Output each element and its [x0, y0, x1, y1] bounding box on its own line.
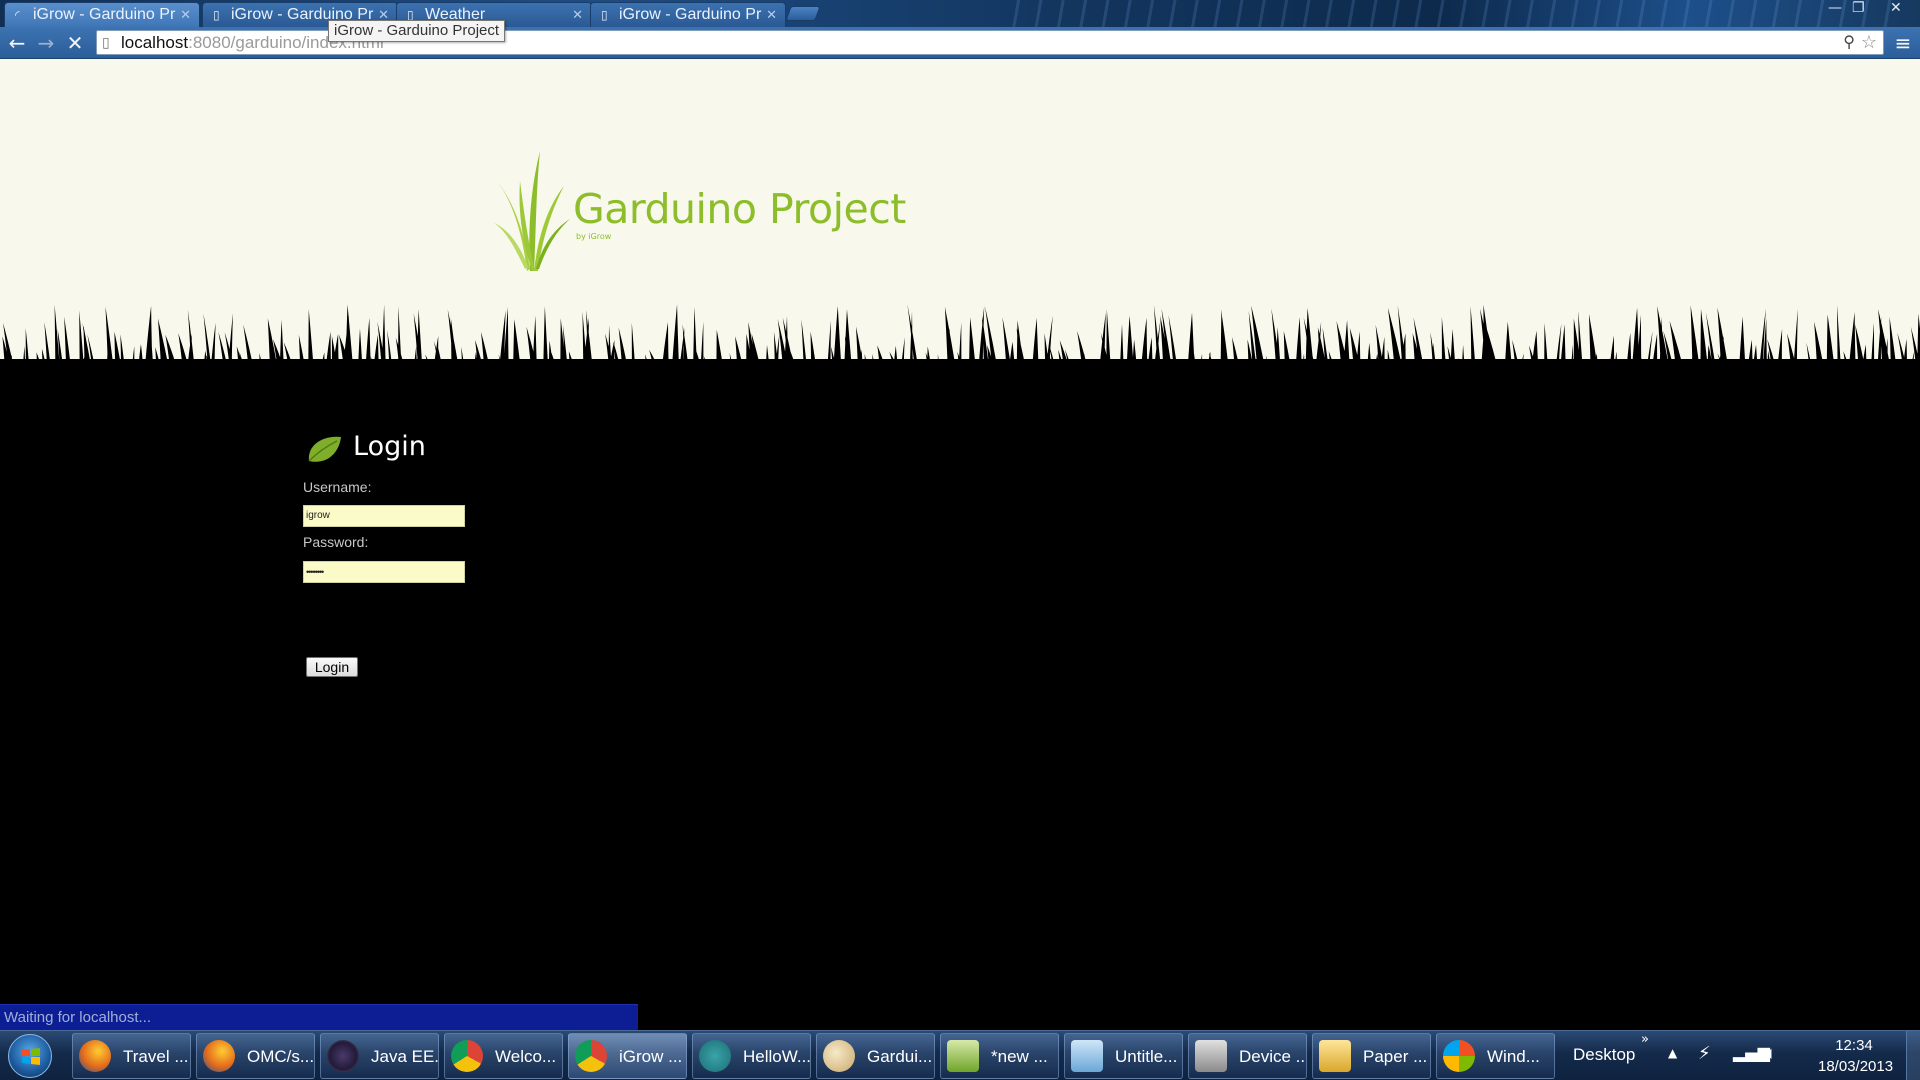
- taskbar-item-label: Welco...: [495, 1047, 557, 1066]
- taskbar-item[interactable]: Wind...: [1436, 1033, 1555, 1079]
- password-field[interactable]: ••••••••: [303, 561, 465, 583]
- taskbar-item-label: OMC/s...: [247, 1047, 315, 1066]
- firefox-icon: [79, 1040, 111, 1072]
- network-signal-icon[interactable]: ▂▄▆: [1733, 1043, 1770, 1062]
- browser-toolbar: ← → ✕ ▯ localhost:8080/garduino/index.ht…: [0, 27, 1920, 59]
- chrome-icon: [451, 1040, 483, 1072]
- zoom-icon[interactable]: ⚲: [1843, 31, 1855, 54]
- close-window-icon[interactable]: ✕: [1890, 0, 1902, 16]
- taskbar-item[interactable]: *new ...: [940, 1033, 1059, 1079]
- clock-date: 18/03/2013: [1818, 1058, 1894, 1075]
- username-label: Username:: [303, 479, 372, 495]
- desktop-toolbar[interactable]: Desktop: [1573, 1045, 1635, 1065]
- clock[interactable]: 12:34 18/03/2013: [1818, 1035, 1894, 1077]
- logo-subtitle: by iGrow: [576, 232, 612, 241]
- arduino-icon: [699, 1040, 731, 1072]
- notepad-icon: [1071, 1040, 1103, 1072]
- taskbar-item[interactable]: Gardui...: [816, 1033, 935, 1079]
- new-tab-button[interactable]: [785, 6, 821, 21]
- taskbar-item-label: Wind...: [1487, 1047, 1540, 1066]
- show-hidden-icons[interactable]: ▲: [1668, 1046, 1677, 1060]
- minimize-icon[interactable]: —: [1828, 0, 1842, 16]
- status-bubble: Waiting for localhost...: [0, 1004, 638, 1030]
- taskbar-item[interactable]: Java EE...: [320, 1033, 439, 1079]
- device-manager-icon: [1195, 1040, 1227, 1072]
- taskbar-item-label: iGrow ...: [619, 1047, 683, 1066]
- taskbar-item-label: Paper ...: [1363, 1047, 1428, 1066]
- browser-tab[interactable]: ▯ iGrow - Garduino Pr ✕: [590, 2, 786, 27]
- menu-icon[interactable]: ≡: [1892, 31, 1914, 55]
- tab-title: iGrow - Garduino Pr: [619, 6, 762, 23]
- bookmark-star-icon[interactable]: ☆: [1861, 31, 1877, 54]
- folder-icon: [1319, 1040, 1351, 1072]
- tab-close-icon[interactable]: ✕: [766, 7, 777, 23]
- taskbar-item[interactable]: iGrow ...: [568, 1033, 687, 1079]
- grass-logo-icon: [494, 151, 570, 271]
- firefox-icon: [203, 1040, 235, 1072]
- power-plug-icon[interactable]: ⚡: [1698, 1043, 1711, 1064]
- chrome-icon: [575, 1040, 607, 1072]
- page-icon: ▯: [213, 8, 220, 22]
- paint-icon: [823, 1040, 855, 1072]
- notepad-plus-icon: [947, 1040, 979, 1072]
- taskbar-item[interactable]: Untitle...: [1064, 1033, 1183, 1079]
- url-host: localhost: [121, 33, 189, 52]
- clock-time: 12:34: [1835, 1037, 1873, 1054]
- taskbar-item-label: HelloW...: [743, 1047, 811, 1066]
- logo: Garduino Project by iGrow: [492, 151, 912, 281]
- page-icon: ▯: [102, 34, 110, 50]
- logo-title: Garduino Project: [573, 185, 906, 233]
- username-field[interactable]: igrow: [303, 505, 465, 527]
- restore-icon[interactable]: ❐: [1852, 0, 1865, 16]
- login-button[interactable]: Login: [306, 657, 358, 677]
- start-button[interactable]: [8, 1034, 52, 1078]
- forward-arrow-icon[interactable]: →: [34, 31, 58, 55]
- show-desktop-button[interactable]: [1906, 1031, 1920, 1080]
- taskbar-item-label: Device ...: [1239, 1047, 1307, 1066]
- eclipse-icon: [327, 1040, 359, 1072]
- page-icon: ▯: [601, 8, 608, 22]
- stop-loading-icon[interactable]: ✕: [63, 31, 87, 55]
- tab-close-icon[interactable]: ✕: [180, 7, 191, 23]
- volume-icon[interactable]: 🔈︎: [1766, 1043, 1777, 1064]
- taskbar-item[interactable]: OMC/s...: [196, 1033, 315, 1079]
- grass-silhouette: [0, 304, 1920, 429]
- taskbar-item[interactable]: Welco...: [444, 1033, 563, 1079]
- tab-title: iGrow - Garduino Pr: [33, 6, 176, 23]
- leaf-icon: [308, 436, 341, 462]
- tab-close-icon[interactable]: ✕: [572, 7, 583, 23]
- taskbar-item-label: Untitle...: [1115, 1047, 1178, 1066]
- taskbar-item-label: Travel ...: [123, 1047, 189, 1066]
- page-content: Garduino Project by iGrow Login Username…: [0, 59, 1920, 1034]
- back-arrow-icon[interactable]: ←: [5, 31, 29, 55]
- login-title: Login: [353, 431, 426, 462]
- password-label: Password:: [303, 534, 369, 550]
- taskbar: Travel ... OMC/s... Java EE... Welco... iGro…: [0, 1030, 1920, 1080]
- loading-spinner-icon: ◜: [15, 8, 20, 22]
- taskbar-item-label: Java EE...: [371, 1047, 439, 1066]
- taskbar-item-label: Gardui...: [867, 1047, 933, 1066]
- windows-icon: [1443, 1040, 1475, 1072]
- taskbar-item[interactable]: Paper ...: [1312, 1033, 1431, 1079]
- tab-tooltip: iGrow - Garduino Project: [328, 20, 506, 42]
- taskbar-item[interactable]: HelloW...: [692, 1033, 811, 1079]
- taskbar-item[interactable]: Travel ...: [72, 1033, 191, 1079]
- browser-titlebar: ◜ iGrow - Garduino Pr ✕ ▯ iGrow - Garduino…: [0, 0, 1920, 27]
- browser-tab[interactable]: ◜ iGrow - Garduino Pr ✕: [4, 2, 200, 27]
- taskbar-item-label: *new ...: [991, 1047, 1048, 1066]
- taskbar-item[interactable]: Device ...: [1188, 1033, 1307, 1079]
- windows-logo-icon: [22, 1048, 40, 1065]
- chevron-right-icon[interactable]: »: [1641, 1032, 1649, 1047]
